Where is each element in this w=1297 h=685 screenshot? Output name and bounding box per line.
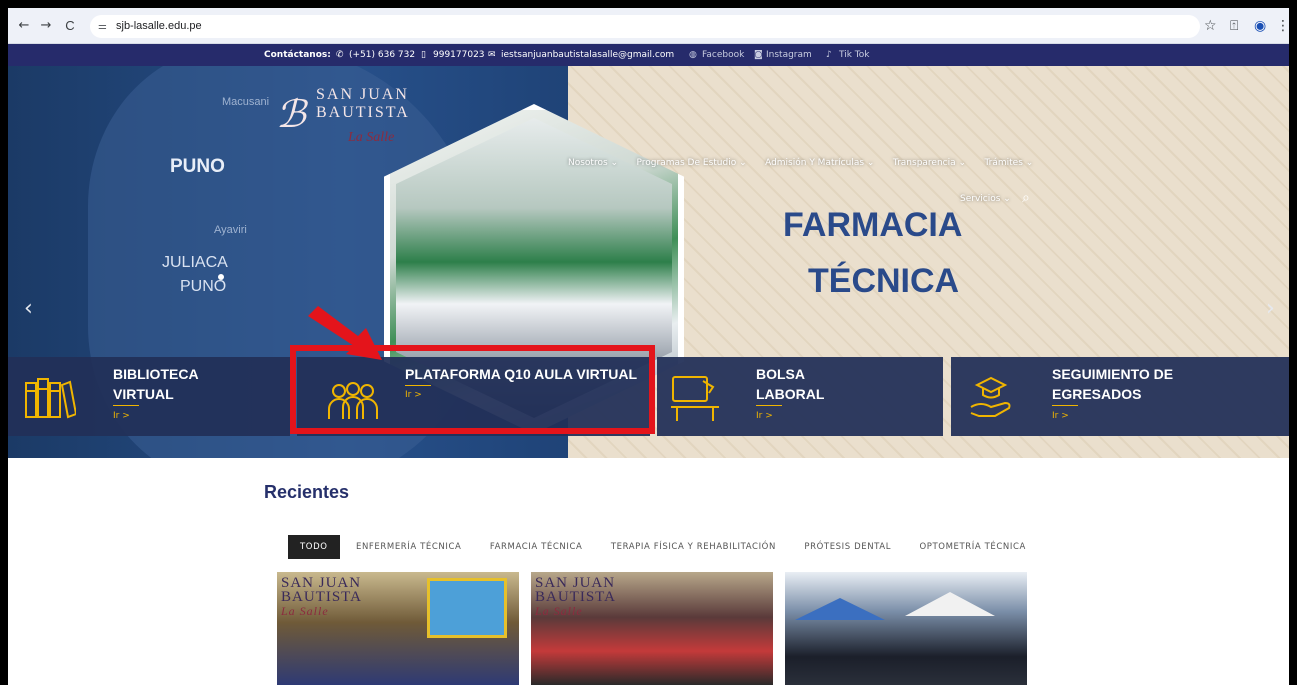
browser-frame: ← → C ⚌ sjb-lasalle.edu.pe ☆ ⍐ ◉ ⋮ Contá…	[8, 8, 1289, 685]
tiktok-icon: ♪	[826, 50, 832, 60]
quick-link-bolsa-laboral[interactable]: BOLSA LABORAL Ir >	[657, 357, 943, 436]
quick-link-seguimiento-egresados[interactable]: SEGUIMIENTO DE EGRESADOS Ir >	[951, 357, 1289, 436]
bookmark-star-icon[interactable]: ☆	[1204, 16, 1217, 36]
quick-link-biblioteca[interactable]: BIBLIOTECA VIRTUAL Ir >	[8, 357, 290, 436]
email-link[interactable]: iestsanjuanbautistalasalle@gmail.com	[501, 44, 674, 66]
annotation-arrow-icon	[308, 306, 382, 360]
map-label-puno-region: PUNO	[170, 156, 225, 177]
back-button[interactable]: ←	[14, 16, 34, 36]
section-heading: Recientes	[264, 482, 350, 502]
logo-line-2: BAUTISTA	[316, 104, 410, 121]
quick-link-title-2: LABORAL	[756, 386, 825, 402]
hero-title-line-2: TÉCNICA	[808, 262, 960, 300]
quick-link-cta[interactable]: Ir >	[1052, 411, 1069, 421]
graduate-hand-icon	[970, 376, 1011, 417]
nav-item-nosotros[interactable]: Nosotros ⌄	[568, 158, 618, 168]
tab-optometria[interactable]: OPTOMETRÍA TÉCNICA	[908, 535, 1038, 559]
thumbnail-logo-line-2: BAUTISTA	[535, 589, 616, 605]
search-icon[interactable]: ⌕	[1022, 190, 1030, 206]
workstation-icon	[671, 376, 719, 421]
nav-item-tramites[interactable]: Trámites ⌄	[984, 158, 1033, 168]
facebook-link[interactable]: Facebook	[702, 44, 744, 66]
logo-line-1: SAN JUAN	[316, 86, 409, 103]
nav-item-servicios[interactable]: Servicios ⌄	[960, 194, 1011, 204]
map-label-ayaviri: Ayaviri	[214, 224, 247, 236]
map-label-macusani: Macusani	[222, 96, 270, 108]
tent-canopy	[905, 592, 995, 616]
quick-link-title-1: SEGUIMIENTO DE	[1052, 366, 1174, 382]
quick-link-underline	[1052, 405, 1078, 406]
quick-link-title-2: EGRESADOS	[1052, 386, 1142, 402]
post-thumbnail[interactable]: SAN JUAN BAUTISTA La Salle	[531, 572, 773, 685]
contact-label: Contáctanos:	[264, 50, 331, 60]
address-bar[interactable]: ⚌ sjb-lasalle.edu.pe	[90, 15, 1200, 38]
phone-icon: ✆	[336, 50, 344, 60]
books-icon	[25, 378, 76, 419]
site-settings-icon[interactable]: ⚌	[98, 15, 107, 38]
category-tabs: TODO ENFERMERÍA TÉCNICA FARMACIA TÉCNICA…	[288, 535, 1038, 559]
slider-next-icon[interactable]: ›	[1266, 296, 1275, 321]
thumbnail-logo-line-3: La Salle	[535, 604, 583, 618]
main-nav: Nosotros ⌄ Programas De Estudio ⌄ Admisi…	[568, 152, 1047, 168]
nav-item-admision[interactable]: Admisión Y Matrículas ⌄	[765, 158, 874, 168]
quick-link-cta[interactable]: Ir >	[113, 411, 130, 421]
map-label-puno-city: PUNO	[180, 278, 227, 295]
instagram-link[interactable]: Instagram	[766, 44, 812, 66]
tab-enfermeria[interactable]: ENFERMERÍA TÉCNICA	[344, 535, 473, 559]
tab-todo[interactable]: TODO	[288, 535, 340, 559]
extensions-icon[interactable]: ⍐	[1230, 16, 1238, 36]
browser-toolbar: ← → C ⚌ sjb-lasalle.edu.pe ☆ ⍐ ◉ ⋮	[8, 8, 1289, 44]
tab-terapia[interactable]: TERAPIA FÍSICA Y REHABILITACIÓN	[599, 535, 788, 559]
thumbnail-logo-line-2: BAUTISTA	[281, 589, 362, 605]
site-logo[interactable]: ℬ SAN JUAN BAUTISTA La Salle	[276, 80, 506, 160]
tiktok-link[interactable]: Tik Tok	[839, 44, 869, 66]
quick-link-underline	[756, 405, 782, 406]
browser-menu-icon[interactable]: ⋮	[1276, 16, 1289, 36]
thumbnail-logo: SAN JUAN BAUTISTA La Salle	[281, 575, 362, 619]
url-text: sjb-lasalle.edu.pe	[116, 20, 202, 32]
thumbnail-logo-line-3: La Salle	[281, 604, 329, 618]
mobile-link[interactable]: 999177023	[433, 44, 485, 66]
tent-canopy	[795, 598, 885, 620]
poster-board	[427, 578, 507, 638]
reload-button[interactable]: C	[60, 16, 80, 36]
thumbnail-logo-line-1: SAN JUAN	[281, 575, 362, 591]
profile-icon[interactable]: ◉	[1254, 16, 1266, 36]
facebook-icon: ◍	[689, 50, 697, 60]
thumbnail-logo-line-1: SAN JUAN	[535, 575, 616, 591]
thumbnail-logo: SAN JUAN BAUTISTA La Salle	[535, 575, 616, 619]
instagram-icon: ◙	[754, 50, 763, 60]
map-label-juliaca: JULIACA	[162, 254, 228, 271]
quick-link-title-1: BOLSA	[756, 366, 805, 382]
logo-monogram: ℬ	[276, 94, 307, 136]
quick-link-cta[interactable]: Ir >	[756, 411, 773, 421]
nav-item-programas[interactable]: Programas De Estudio ⌄	[637, 158, 747, 168]
quick-link-title-1: BIBLIOTECA	[113, 366, 199, 382]
tab-farmacia[interactable]: FARMACIA TÉCNICA	[478, 535, 595, 559]
mobile-icon: ▯	[421, 50, 426, 60]
nav-item-transparencia[interactable]: Transparencia ⌄	[893, 158, 966, 168]
logo-line-3: La Salle	[348, 130, 395, 145]
phone-link[interactable]: (+51) 636 732	[349, 44, 415, 66]
slider-prev-icon[interactable]: ‹	[24, 296, 33, 321]
quick-link-title-2: VIRTUAL	[113, 386, 174, 402]
email-icon: ✉	[488, 50, 496, 60]
tab-protesis[interactable]: PRÓTESIS DENTAL	[792, 535, 903, 559]
contact-bar: Contáctanos: ✆ (+51) 636 732 ▯ 999177023…	[8, 44, 1289, 66]
post-thumbnail[interactable]	[785, 572, 1027, 685]
forward-button[interactable]: →	[36, 16, 56, 36]
hero-title-line-1: FARMACIA	[783, 206, 963, 244]
post-thumbnail[interactable]: SAN JUAN BAUTISTA La Salle	[277, 572, 519, 685]
quick-link-underline	[113, 405, 139, 406]
